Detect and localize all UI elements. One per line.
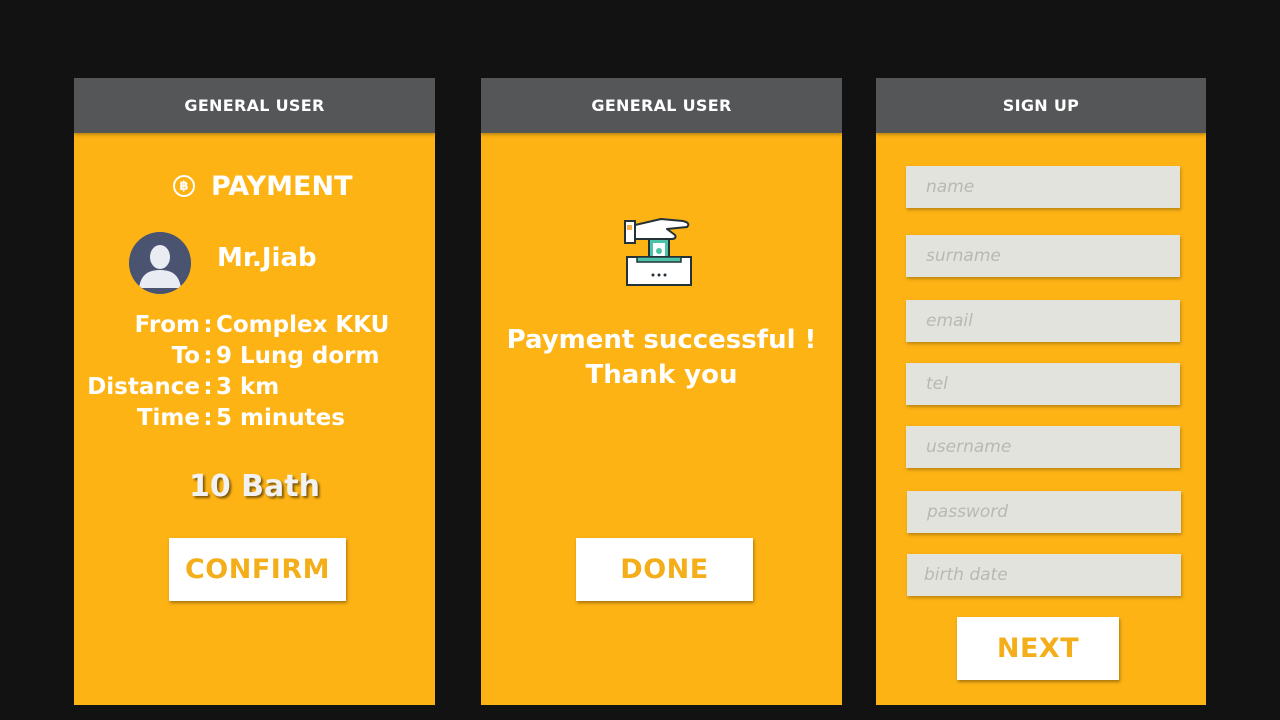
payment-title-text: PAYMENT (211, 170, 353, 202)
email-field[interactable] (906, 300, 1180, 342)
detail-row-from: From: Complex KKU (74, 312, 390, 338)
signup-header: SIGN UP (876, 78, 1206, 133)
surname-field[interactable] (906, 235, 1180, 277)
signup-panel: SIGN UP NEXT (876, 78, 1206, 705)
password-field[interactable] (907, 491, 1181, 533)
tel-field[interactable] (906, 363, 1180, 405)
detail-value: 9 Lung dorm (216, 343, 380, 369)
baht-coin-icon: ฿ (173, 175, 195, 197)
username-field[interactable] (906, 426, 1180, 468)
payment-panel: GENERAL USER ฿ PAYMENT Mr.Jiab From: Comp… (74, 78, 435, 705)
detail-row-distance: Distance:3 km (74, 374, 279, 400)
name-field[interactable] (906, 166, 1180, 208)
success-message-line1: Payment successful ! (506, 325, 817, 355)
success-header: GENERAL USER (481, 78, 842, 133)
hand-deposit-money-icon (621, 213, 701, 293)
price-label: 10 Bath (188, 469, 320, 504)
payment-header: GENERAL USER (74, 78, 435, 133)
success-panel: GENERAL USER Payment successful ! Thank … (481, 78, 842, 705)
confirm-button[interactable]: CONFIRM (169, 538, 346, 601)
user-avatar-icon (129, 232, 191, 294)
detail-label: From (134, 312, 200, 338)
detail-value: Complex KKU (216, 312, 390, 338)
detail-label: Distance (87, 374, 200, 400)
detail-row-to: To:9 Lung dorm (74, 343, 380, 369)
next-button[interactable]: NEXT (957, 617, 1119, 680)
payment-title: ฿ PAYMENT (173, 169, 373, 203)
detail-value: 5 minutes (216, 405, 345, 431)
driver-name: Mr.Jiab (217, 243, 317, 273)
done-button[interactable]: DONE (576, 538, 753, 601)
detail-label: To (171, 343, 200, 369)
detail-value: 3 km (216, 374, 280, 400)
birth-date-field[interactable] (907, 554, 1181, 596)
success-message: Payment successful ! Thank you (481, 323, 842, 393)
detail-row-time: Time:5 minutes (74, 405, 345, 431)
success-message-line2: Thank you (585, 360, 738, 390)
detail-label: Time (136, 405, 200, 431)
